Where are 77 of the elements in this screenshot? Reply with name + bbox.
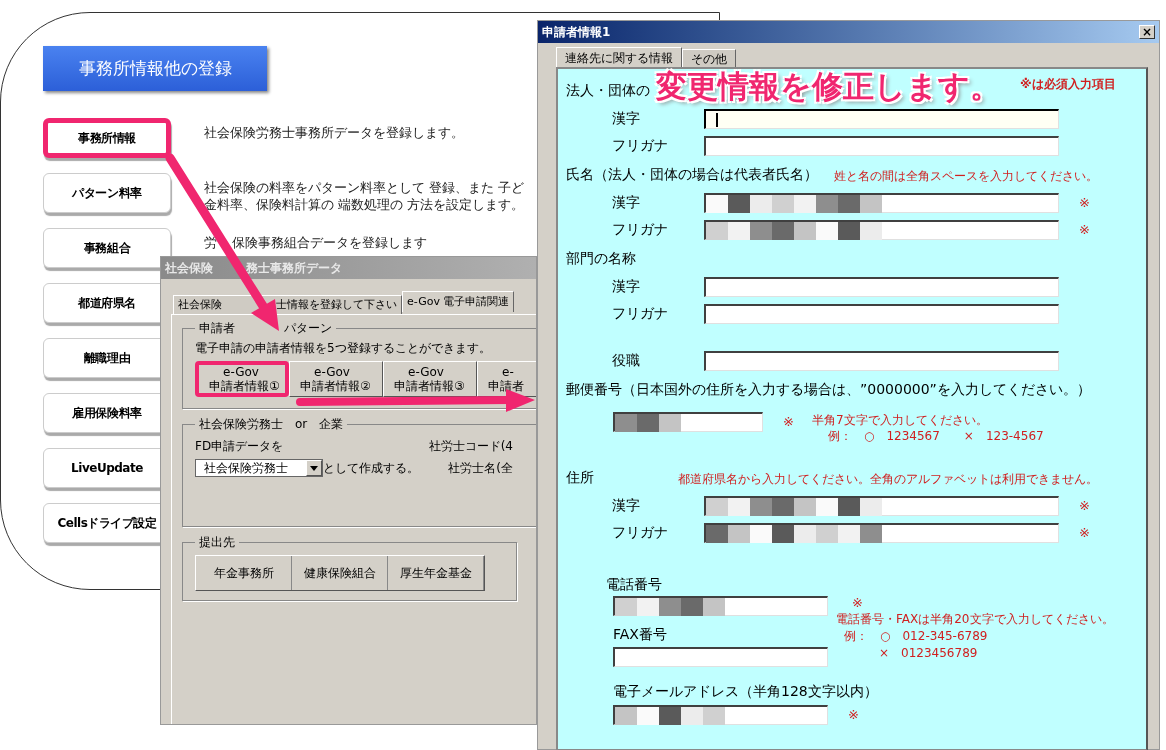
input-field[interactable]	[613, 596, 828, 616]
menu-description: 社会保険労務士事務所データを登録します。	[204, 124, 464, 141]
applicant-button[interactable]: e-Gov 申請者情報①	[195, 361, 289, 397]
close-button[interactable]: ×	[1139, 25, 1155, 39]
info-text: 電子申請の申請者情報を5つ登録することができます。	[195, 340, 491, 357]
input-field[interactable]	[613, 412, 763, 432]
mosaic-drawing	[615, 414, 681, 432]
hint-text: 電話番号・FAXは半角20文字で入力してください。	[836, 611, 1114, 628]
field-label: フリガナ	[612, 136, 669, 155]
hint-text: 姓と名の間は全角スペースを入力してください。	[834, 168, 1098, 185]
menu-description: 金料率、保険料計算の 端数処理の 方法を設定します。	[204, 196, 525, 213]
field-label: 電話番号	[606, 575, 662, 594]
group-label: 申請者	[199, 320, 235, 337]
field-label: 漢字	[612, 496, 641, 515]
field-label: 電子メールアドレス（半角128文字以内）	[613, 682, 878, 701]
group-label: 社会保険労務士 or 企業	[199, 416, 344, 433]
hint-text: 例： ○ 1234567 × 123-4567	[827, 428, 1044, 444]
group-label: パターン	[284, 320, 332, 337]
required-mark: ※	[1079, 496, 1090, 515]
field-label: フリガナ	[612, 220, 669, 239]
input-field[interactable]	[613, 647, 828, 667]
tab[interactable]: 連絡先に関する情報	[556, 47, 682, 67]
input-field[interactable]	[613, 705, 828, 725]
field-label: として作成する。	[323, 460, 419, 477]
input-field[interactable]	[704, 276, 1059, 297]
menu-button[interactable]: パターン料率	[43, 173, 171, 213]
applicant-button[interactable]: e-Gov 申請者情報②	[289, 361, 383, 397]
section-label: 郵便番号（日本国外の住所を入力する場合は、”0000000”を入力してください。）	[566, 380, 1091, 399]
section-label: 氏名（法人・団体の場合は代表者氏名）	[566, 165, 818, 184]
required-mark: ※	[1079, 523, 1090, 542]
text-cursor	[716, 112, 718, 127]
input-field[interactable]	[704, 495, 1059, 516]
banner-text: 変更情報を修正します。	[656, 67, 1001, 106]
field-label: フリガナ	[612, 523, 669, 542]
applicant-button[interactable]: e- 申請者	[477, 361, 536, 397]
field-label: 社労士コード(4	[428, 438, 513, 455]
input-field[interactable]	[704, 522, 1059, 543]
section-label: 法人・団体の	[566, 81, 650, 100]
field-label: FAX番号	[613, 625, 667, 644]
section-label: 部門の名称	[566, 249, 636, 268]
input-field[interactable]	[704, 219, 1059, 240]
tab[interactable]: その他	[682, 49, 736, 67]
field-label: FD申請データを	[195, 438, 284, 455]
menu-description: 労	[204, 234, 217, 251]
tab[interactable]: 社会保険 士情報を登録して下さい	[173, 295, 402, 314]
field-label: 漢字	[612, 277, 641, 296]
hint-text: 半角7文字で入力してください。	[811, 412, 989, 428]
field-label: 漢字	[612, 109, 641, 128]
input-field[interactable]	[704, 303, 1059, 324]
menu-description: 保険事務組合データを登録します	[232, 234, 427, 251]
input-field[interactable]	[704, 192, 1059, 213]
dropdown[interactable]: 社会保険労務士	[195, 459, 323, 477]
input-field[interactable]	[704, 135, 1059, 156]
tab[interactable]: e-Gov 電子申請関連	[402, 291, 515, 312]
section-label: 住所	[566, 468, 594, 487]
required-mark: ※	[1079, 193, 1090, 212]
required-mark: ※	[783, 413, 794, 431]
input-field[interactable]	[704, 350, 1059, 371]
field-label: 役職	[612, 351, 641, 370]
hint-text: 都道府県名から入力してください。全角のアルファベットは利用できません。	[678, 471, 1098, 488]
required-mark: ※	[848, 706, 859, 725]
required-note: ※は必須入力項目	[1020, 76, 1116, 93]
panel-header[interactable]: 事務所情報他の登録	[43, 46, 267, 91]
field-label: フリガナ	[612, 304, 669, 323]
group-label: 提出先	[199, 534, 235, 551]
menu-description: 社会保険の料率をパターン料率として 登録、また 子ど	[204, 179, 525, 196]
required-mark: ※	[852, 594, 863, 611]
input-field[interactable]	[704, 108, 1059, 129]
window-title: 務士事務所データ	[246, 260, 342, 277]
field-label: 社労士名(全	[448, 460, 513, 477]
required-mark: ※	[1079, 220, 1090, 239]
field-label: 漢字	[612, 193, 641, 212]
window-title: 申請者情報1	[542, 24, 611, 41]
hint-text: 例： ○ 012-345-6789	[844, 628, 988, 645]
applicant-button[interactable]: e-Gov 申請者情報③	[383, 361, 477, 397]
hint-text: × 0123456789	[879, 645, 978, 662]
menu-button[interactable]: 事務所情報	[43, 118, 171, 158]
